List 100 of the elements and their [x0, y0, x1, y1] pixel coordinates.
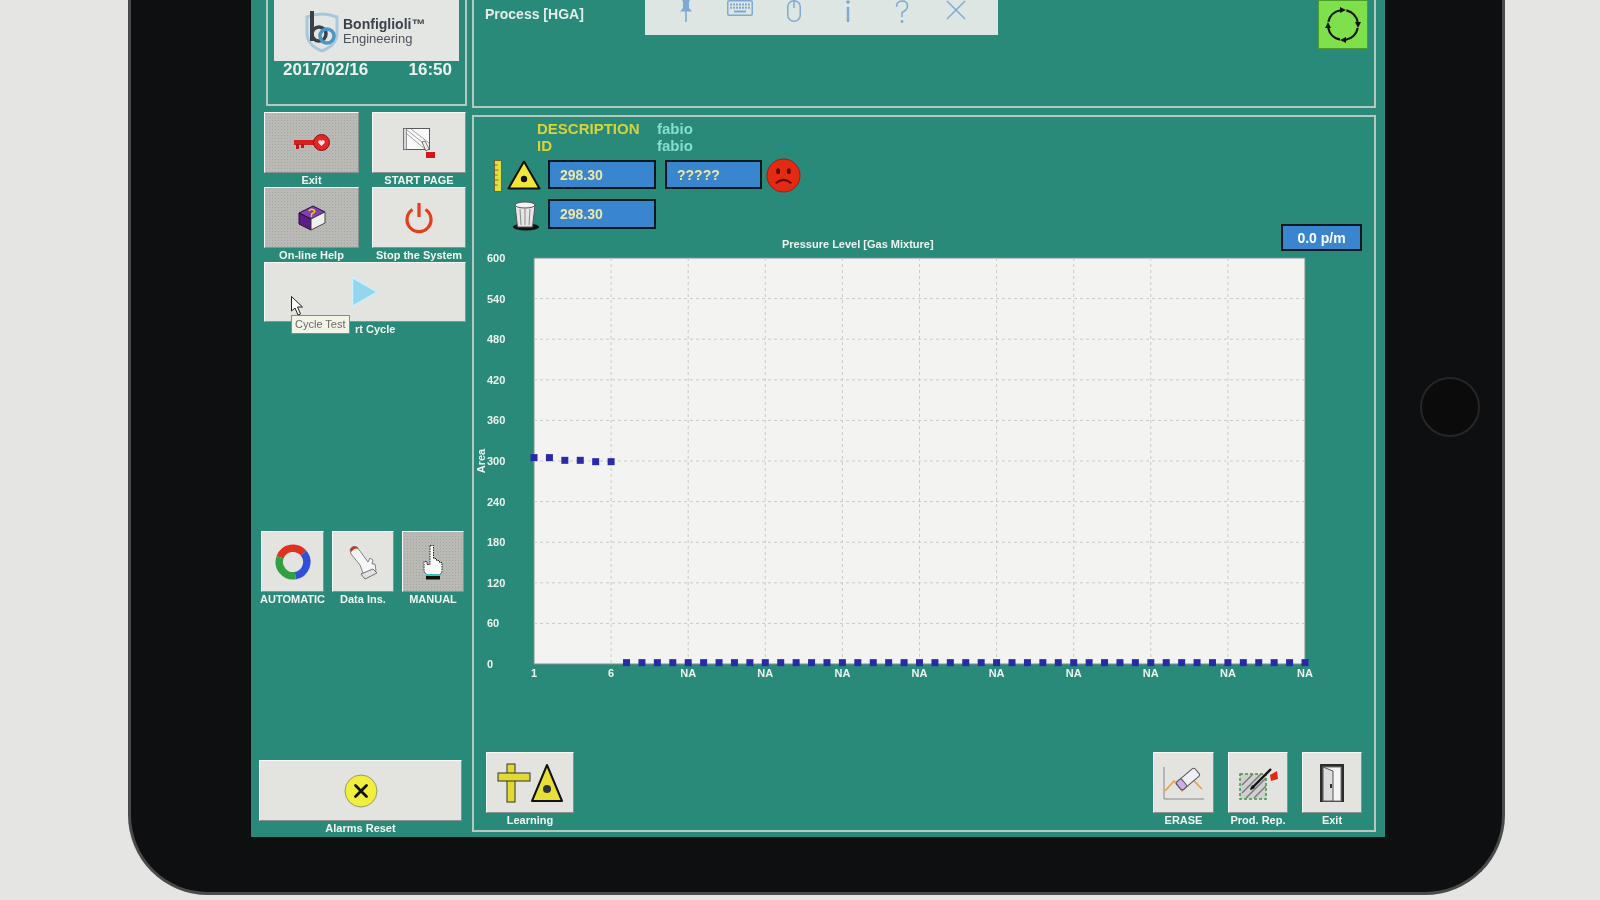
field-label: DESCRIPTION [537, 120, 640, 137]
x-tick-label: NA [680, 667, 697, 679]
y-tick-label: 180 [487, 536, 506, 549]
button-caption: Prod. Rep. [1230, 813, 1286, 827]
data-point [838, 659, 846, 667]
data-point [669, 659, 677, 667]
mouse-icon[interactable] [787, 0, 801, 22]
data-input-button[interactable] [332, 531, 394, 592]
y-tick-label: 240 [487, 495, 506, 508]
field-value: fabio [657, 137, 693, 154]
question-box-icon [297, 204, 326, 231]
data-point [869, 659, 877, 667]
data-point [1116, 659, 1124, 667]
process-title: Process [HGA] [485, 6, 584, 23]
data-point [545, 454, 553, 462]
y-tick-label: 300 [487, 455, 506, 467]
y-tick-label: 120 [487, 576, 506, 589]
data-point [977, 659, 985, 667]
chart-title: Pressure Level [Gas Mixture] [782, 237, 934, 251]
pin-icon[interactable] [679, 0, 693, 22]
automatic-button[interactable] [261, 531, 324, 592]
date-text: 2017/02/16 [283, 61, 369, 78]
key-icon [293, 134, 330, 151]
learning-button[interactable] [486, 752, 574, 813]
data-point [1039, 659, 1047, 667]
button-caption: rt Cycle [355, 322, 396, 336]
x-tick-label: NA [1297, 667, 1313, 679]
trash-icon [510, 199, 540, 231]
ruler-icon [494, 160, 502, 192]
erase-button[interactable] [1153, 752, 1214, 813]
help-icon[interactable] [895, 0, 909, 24]
button-caption: On-line Help [279, 248, 344, 262]
cursor-icon [291, 296, 304, 316]
alarms-reset-button[interactable] [259, 760, 462, 821]
data-point [1147, 659, 1155, 667]
data-point [962, 659, 970, 667]
data-point [931, 659, 939, 667]
warning-icon [507, 160, 541, 190]
button-caption: MANUAL [409, 592, 457, 606]
x-tick-label: NA [1065, 667, 1082, 679]
data-point [1270, 659, 1278, 667]
x-tick-label: NA [988, 667, 1005, 679]
data-point [561, 456, 569, 464]
y-tick-label: 480 [487, 333, 506, 346]
brand-name: Bonfiglioli™ [343, 15, 426, 32]
data-point [1023, 659, 1031, 667]
time-text: 16:50 [408, 61, 452, 78]
data-point [715, 659, 723, 667]
data-point [1193, 659, 1201, 667]
button-caption: Exit [1321, 813, 1343, 827]
reading-display: 0.0 p/m [1281, 224, 1362, 251]
data-point [777, 659, 785, 667]
data-point [1008, 659, 1016, 667]
keyboard-icon[interactable] [727, 0, 753, 16]
data-point [885, 659, 893, 667]
data-point [761, 659, 769, 667]
data-point [993, 659, 1001, 667]
button-caption: Stop the System [375, 248, 463, 262]
data-point [1085, 659, 1093, 667]
report-button[interactable] [1228, 752, 1288, 813]
x-tick-label: NA [911, 667, 928, 679]
y-tick-label: 60 [487, 617, 500, 630]
pointing-hand-icon [422, 543, 444, 580]
data-point [623, 659, 630, 667]
close-icon[interactable] [946, 0, 966, 20]
cycle-arrows-icon [274, 543, 311, 580]
value-field[interactable]: 298.30 [548, 199, 656, 229]
data-point [1070, 659, 1078, 667]
exit-button[interactable] [1302, 752, 1362, 813]
start-cycle-button[interactable] [264, 262, 466, 322]
data-point [1178, 659, 1186, 667]
data-point [653, 659, 661, 667]
info-icon[interactable] [846, 0, 850, 22]
refresh-button[interactable] [1318, 0, 1368, 49]
data-point [530, 454, 538, 462]
button-caption: ERASE [1164, 813, 1203, 827]
start-page-button[interactable] [372, 112, 466, 173]
data-point [1239, 659, 1247, 667]
value-field[interactable]: 298.30 [548, 160, 656, 189]
manual-button[interactable] [402, 531, 464, 592]
button-caption: Learning [506, 813, 554, 827]
data-point [900, 659, 908, 667]
data-point [1255, 659, 1263, 667]
logo-icon [304, 8, 340, 53]
stop-button[interactable] [372, 187, 466, 248]
data-point [1224, 659, 1232, 667]
value-field[interactable]: ????? [665, 160, 762, 189]
x-tick-label: NA [757, 667, 774, 679]
data-point [1301, 659, 1309, 667]
y-axis-title: Area [475, 448, 487, 474]
data-point [823, 659, 831, 667]
data-point [1286, 659, 1294, 667]
data-point [684, 659, 692, 667]
x-tick-label: NA [1219, 667, 1236, 679]
x-tick-label: 1 [530, 667, 538, 679]
chart-eraser-icon [1161, 764, 1206, 801]
data-point [1101, 659, 1109, 667]
brand-subtitle: Engineering [343, 31, 413, 46]
data-point [730, 659, 738, 667]
data-point [700, 659, 708, 667]
